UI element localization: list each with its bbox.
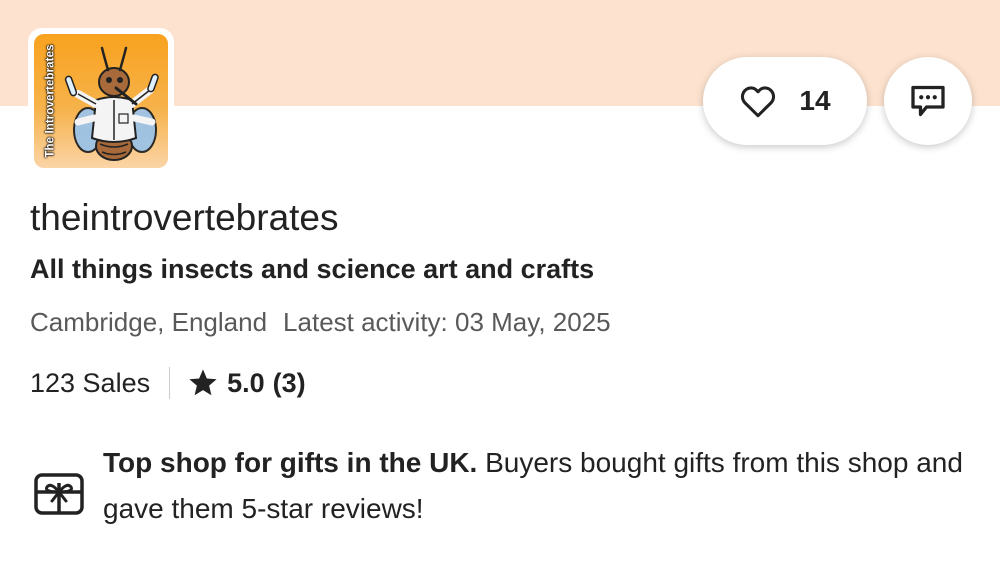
shop-meta: Cambridge, England Latest activity: 03 M…	[30, 304, 611, 340]
rating-value[interactable]: 5.0	[227, 368, 265, 399]
gift-icon	[34, 473, 84, 515]
message-icon	[911, 85, 945, 117]
shop-logo[interactable]: The Introvertebrates	[28, 28, 174, 174]
shop-logo-text-wrap: The Introvertebrates	[38, 38, 64, 164]
favorite-shop-button[interactable]: 14	[703, 57, 867, 145]
star-icon	[189, 369, 217, 396]
gift-badge-title: Top shop for gifts in the UK.	[103, 447, 478, 478]
stats-divider	[169, 367, 171, 399]
review-count[interactable]: (3)	[273, 368, 306, 399]
shop-stats: 123 Sales 5.0 (3)	[30, 365, 306, 401]
latest-activity: Latest activity: 03 May, 2025	[283, 307, 611, 337]
favorite-count: 14	[799, 85, 831, 116]
shop-logo-image: The Introvertebrates	[34, 34, 168, 168]
heart-icon	[741, 86, 776, 118]
shop-logo-text: The Introvertebrates	[45, 44, 58, 158]
shop-location: Cambridge, England	[30, 307, 268, 337]
sales-count: 123 Sales	[30, 367, 151, 398]
contact-shop-button[interactable]	[884, 57, 972, 145]
gift-badge-text: Top shop for gifts in the UK. Buyers bou…	[103, 440, 963, 532]
shop-name[interactable]: theintrovertebrates	[30, 196, 339, 240]
shop-tagline: All things insects and science art and c…	[30, 254, 595, 284]
insect-scientist-illustration	[64, 46, 159, 161]
